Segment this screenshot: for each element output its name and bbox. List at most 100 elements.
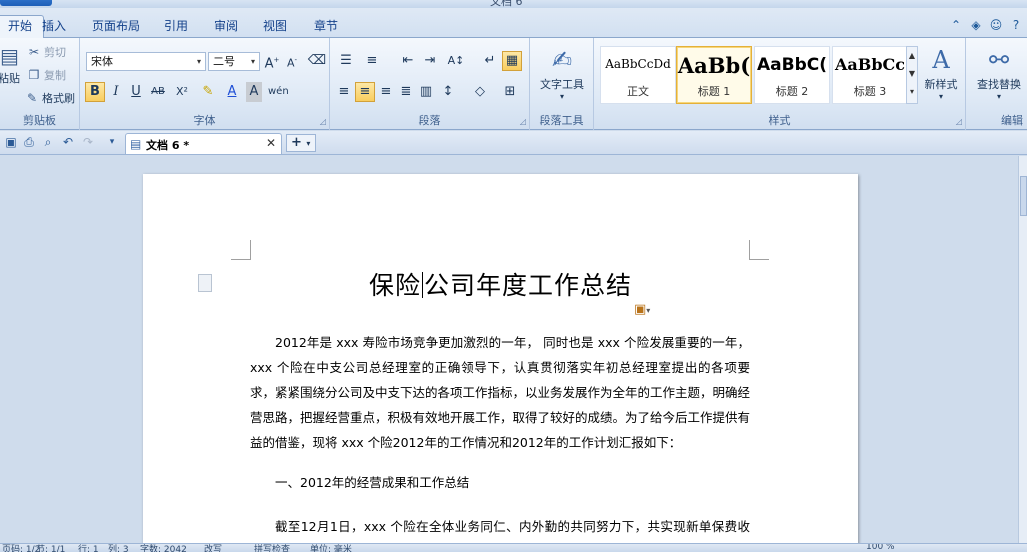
status-words: 字数: 2042 xyxy=(140,545,187,552)
clipboard-group-label: 剪贴板 xyxy=(23,114,56,127)
grow-font-button[interactable]: A+ xyxy=(262,51,282,71)
margin-corner-top-right xyxy=(749,240,769,260)
title-bar: 文档 6 xyxy=(0,0,1027,8)
style-normal[interactable]: AaBbCcDd 正文 xyxy=(600,46,676,104)
shrink-font-button[interactable]: A- xyxy=(282,51,302,71)
tab-references[interactable]: 引用 xyxy=(160,17,192,39)
help-icon[interactable]: ? xyxy=(1009,18,1023,32)
decrease-indent-button[interactable]: ⇤ xyxy=(398,51,418,71)
skin-icon[interactable]: ◈ xyxy=(969,18,983,32)
document-tab[interactable]: ▤ 文档 6 * ✕ xyxy=(125,133,282,154)
borders-button[interactable]: ⊞ xyxy=(500,82,520,102)
tab-review[interactable]: 审阅 xyxy=(210,17,242,39)
paste-options-icon[interactable]: ▣▾ xyxy=(634,302,650,317)
status-unit[interactable]: 单位: 毫米 xyxy=(310,544,352,552)
numbering-button[interactable]: ≡ xyxy=(362,51,382,71)
chevron-down-icon: ▾ xyxy=(250,57,255,66)
save-icon[interactable]: ▣ xyxy=(3,134,19,150)
copy-button[interactable]: ❐ 复制 xyxy=(26,65,66,85)
document-page[interactable]: 保险 公司年度工作总结 ▣▾ 2012年是 xxx 寿险市场竞争更加激烈的一年， … xyxy=(143,174,858,543)
copy-icon: ❐ xyxy=(28,68,40,82)
print-preview-icon[interactable]: ⌕ xyxy=(40,134,56,150)
tab-section[interactable]: 章节 xyxy=(310,17,342,39)
window-title: 文档 6 xyxy=(490,0,523,8)
font-color-button[interactable]: A xyxy=(222,82,242,102)
chevron-down-icon: ▾ xyxy=(996,92,1001,101)
paragraph-dialog-launcher-icon[interactable]: ◿ xyxy=(520,117,526,126)
vertical-scrollbar[interactable] xyxy=(1018,156,1027,543)
styles-group: AaBbCcDd 正文 AaBb( 标题 1 AaBbC( 标题 2 AaBbC… xyxy=(594,38,966,130)
bold-button[interactable]: B xyxy=(85,82,105,102)
tab-insert[interactable]: 插入 xyxy=(38,17,70,39)
document-title[interactable]: 保险 公司年度工作总结 xyxy=(143,266,858,302)
align-left-button[interactable]: ≡ xyxy=(334,82,354,102)
text-tools-button[interactable]: ✍ 文字工具 ▾ xyxy=(534,44,590,101)
show-marks-button[interactable]: ↵ xyxy=(480,51,500,71)
font-size-combo[interactable]: 二号 ▾ xyxy=(208,52,260,71)
align-right-button[interactable]: ≡ xyxy=(376,82,396,102)
scrollbar-thumb[interactable] xyxy=(1020,176,1027,216)
status-section: 节: 1/1 xyxy=(36,545,66,552)
sort-button[interactable]: A↕ xyxy=(446,51,466,71)
italic-button[interactable]: I xyxy=(106,82,126,102)
section-heading[interactable]: 一、2012年的经营成果和工作总结 xyxy=(275,472,469,491)
cut-button[interactable]: ✂ 剪切 xyxy=(26,42,66,62)
collapse-ribbon-icon[interactable]: ⌃ xyxy=(949,18,963,32)
style-heading-2[interactable]: AaBbC( 标题 2 xyxy=(754,46,830,104)
font-dialog-launcher-icon[interactable]: ◿ xyxy=(320,117,326,126)
styles-scroll[interactable]: ▲ ▼ ▾ xyxy=(906,46,918,104)
tab-page-layout[interactable]: 页面布局 xyxy=(88,17,144,39)
paragraph-tools-group-label: 段落工具 xyxy=(539,114,584,127)
bullets-button[interactable]: ☰ xyxy=(336,51,356,71)
redo-icon[interactable]: ↷ xyxy=(80,134,96,150)
strikethrough-button[interactable]: AB xyxy=(148,82,168,102)
status-revision[interactable]: 改写 xyxy=(204,544,222,552)
distributed-button[interactable]: ▥ xyxy=(416,82,436,102)
user-icon[interactable]: ☺ xyxy=(989,18,1003,32)
style-heading-3[interactable]: AaBbCc 标题 3 xyxy=(832,46,908,104)
body-paragraph[interactable]: 2012年是 xxx 寿险市场竞争更加激烈的一年， 同时也是 xxx 个险发展重… xyxy=(250,330,750,455)
margin-corner-top-left xyxy=(231,240,251,260)
new-tab-button[interactable]: + ▾ xyxy=(286,134,316,152)
char-shading-button[interactable]: A xyxy=(246,82,262,102)
format-painter-button[interactable]: ✎ 格式刷 xyxy=(24,88,75,108)
paragraph-group-label: 段落 xyxy=(418,114,441,127)
superscript-button[interactable]: X² xyxy=(172,82,192,102)
new-style-button[interactable]: A 新样式 ▾ xyxy=(918,44,964,101)
chevron-down-icon: ▾ xyxy=(196,57,201,66)
shading-button[interactable]: ◇ xyxy=(470,82,490,102)
close-icon[interactable]: ✕ xyxy=(266,136,276,150)
body-paragraph[interactable]: 截至12月1日，xxx 个险在全体业务同仁、内外勤的共同努力下，共实现新单保费收… xyxy=(250,514,750,543)
styles-dialog-launcher-icon[interactable]: ◿ xyxy=(956,117,962,126)
style-heading-1[interactable]: AaBb( 标题 1 xyxy=(676,46,752,104)
undo-icon[interactable]: ↶ xyxy=(60,134,76,150)
underline-button[interactable]: U xyxy=(126,82,146,102)
document-tab-label: 文档 6 * xyxy=(146,139,190,152)
paste-button[interactable]: ▤ 粘贴 xyxy=(0,44,20,94)
status-line: 行: 1 xyxy=(78,545,99,552)
clipboard-group: ▤ 粘贴 ✂ 剪切 ❐ 复制 ✎ 格式刷 剪贴板 xyxy=(0,38,80,130)
find-replace-button[interactable]: ⚯ 查找替换 ▾ xyxy=(970,44,1027,101)
app-menu-button[interactable] xyxy=(0,0,52,6)
font-name-combo[interactable]: 宋体 ▾ xyxy=(86,52,206,71)
paragraph-tools-group: ✍ 文字工具 ▾ 段落工具 xyxy=(530,38,594,130)
align-center-button[interactable]: ≡ xyxy=(355,82,375,102)
highlight-button[interactable]: ✎ xyxy=(198,82,218,102)
binoculars-icon: ⚯ xyxy=(988,46,1010,74)
increase-indent-button[interactable]: ⇥ xyxy=(420,51,440,71)
clear-format-icon[interactable]: ⌫ xyxy=(307,51,327,71)
tab-view[interactable]: 视图 xyxy=(259,17,291,39)
ribbon-tab-row: 开始 插入 页面布局 引用 审阅 视图 章节 ⌃ ◈ ☺ ? xyxy=(0,8,1027,39)
document-workspace[interactable]: 保险 公司年度工作总结 ▣▾ 2012年是 xxx 寿险市场竞争更加激烈的一年， … xyxy=(0,156,1018,543)
text-tools-icon: ✍ xyxy=(551,46,573,74)
gridline-button[interactable]: ▦ xyxy=(502,51,522,71)
justify-button[interactable]: ≣ xyxy=(396,82,416,102)
zoom-level[interactable]: 100 % xyxy=(866,544,895,552)
customize-qa-icon[interactable]: ▾ xyxy=(104,134,120,150)
scissors-icon: ✂ xyxy=(28,45,40,59)
line-spacing-button[interactable]: ↕ xyxy=(438,82,458,102)
phonetic-guide-button[interactable]: wén xyxy=(268,82,289,102)
print-icon[interactable]: ⎙ xyxy=(21,134,37,150)
chevron-down-icon: ▾ xyxy=(938,92,943,101)
status-spell[interactable]: 拼写检查 xyxy=(254,544,290,552)
